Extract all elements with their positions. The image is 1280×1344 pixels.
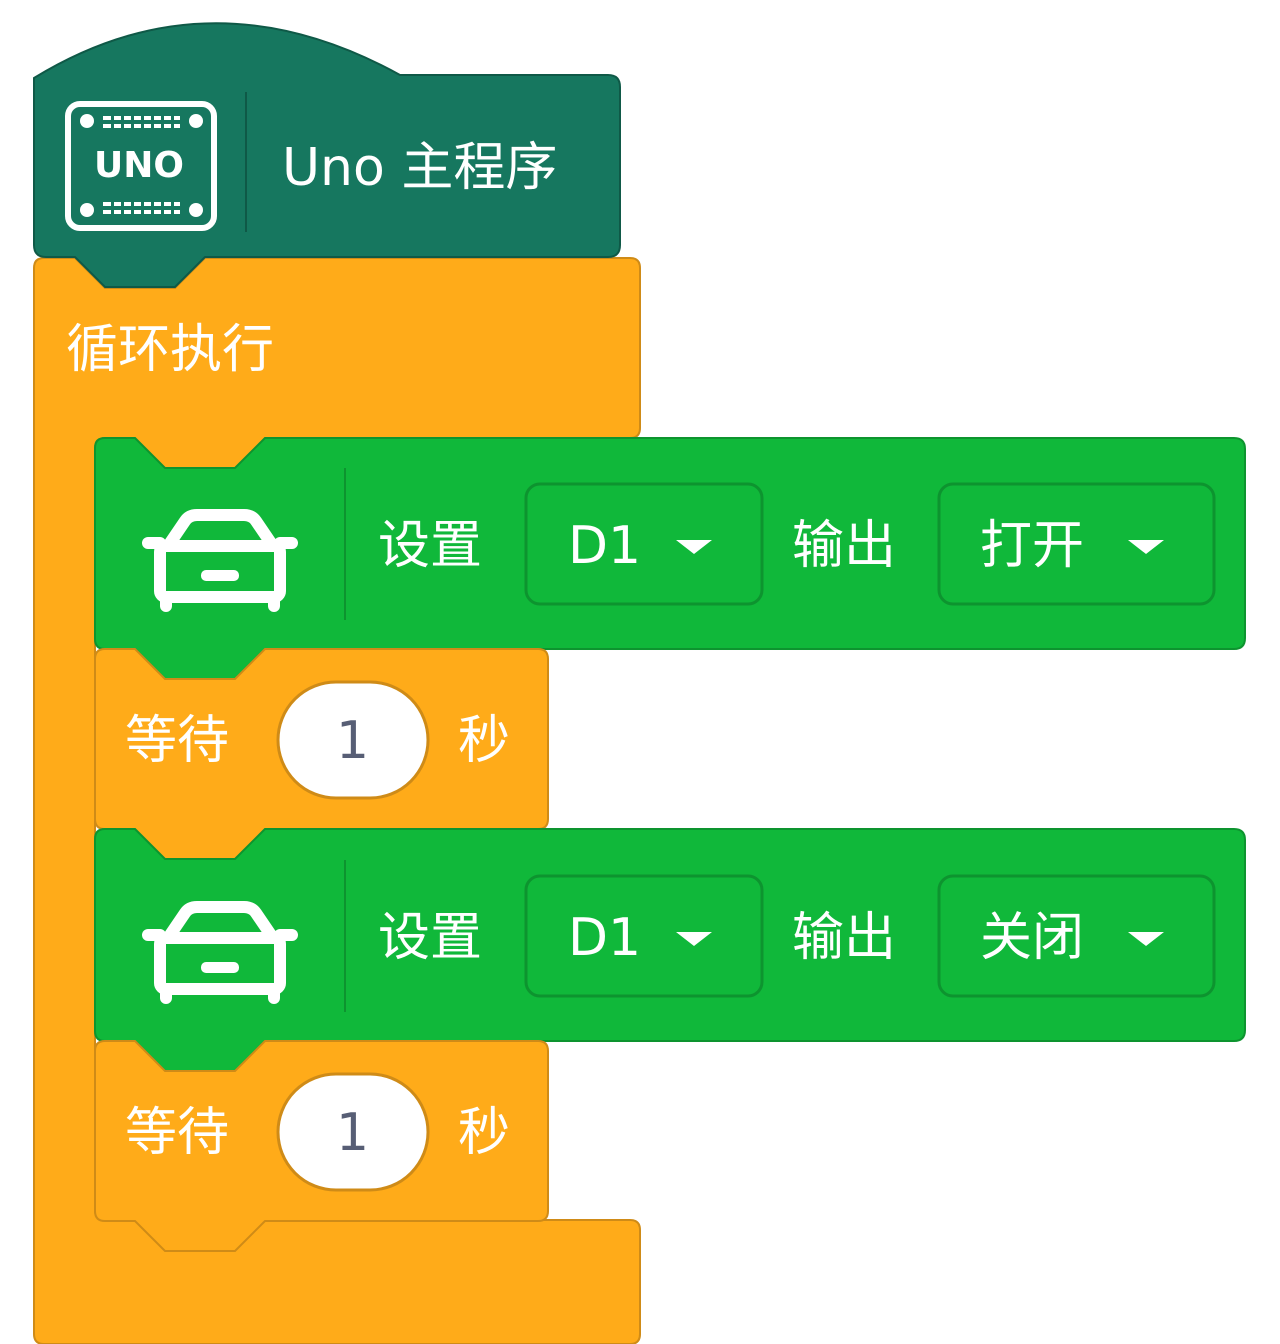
hat-block-label: Uno 主程序 xyxy=(282,138,558,198)
wait-label: 等待 xyxy=(125,1103,230,1163)
pin-dropdown-value[interactable]: D1 xyxy=(568,912,641,964)
dropdown-arrow-icon[interactable] xyxy=(676,932,712,946)
wait-label: 等待 xyxy=(125,711,230,771)
car-light xyxy=(201,570,239,581)
seconds-unit-label: 秒 xyxy=(458,1103,511,1163)
pin-dropdown-value[interactable]: D1 xyxy=(568,520,641,572)
output-label: 输出 xyxy=(792,908,897,968)
car-light xyxy=(201,962,239,973)
dropdown-arrow-icon[interactable] xyxy=(1128,540,1164,554)
state-dropdown-value[interactable]: 关闭 xyxy=(980,912,1084,964)
seconds-value[interactable]: 1 xyxy=(336,1107,369,1159)
dropdown-arrow-icon[interactable] xyxy=(1128,932,1164,946)
dropdown-arrow-icon[interactable] xyxy=(676,540,712,554)
state-dropdown-value[interactable]: 打开 xyxy=(980,520,1084,572)
output-label: 输出 xyxy=(792,516,897,576)
set-label: 设置 xyxy=(378,908,483,968)
uno-icon-label: UNO xyxy=(94,145,184,186)
seconds-value[interactable]: 1 xyxy=(336,715,369,767)
set-label: 设置 xyxy=(378,516,483,576)
pin-dropdown[interactable] xyxy=(524,874,764,998)
seconds-unit-label: 秒 xyxy=(458,711,511,771)
loop-block-label: 循环执行 xyxy=(66,320,275,380)
pin-dropdown[interactable] xyxy=(524,482,764,606)
